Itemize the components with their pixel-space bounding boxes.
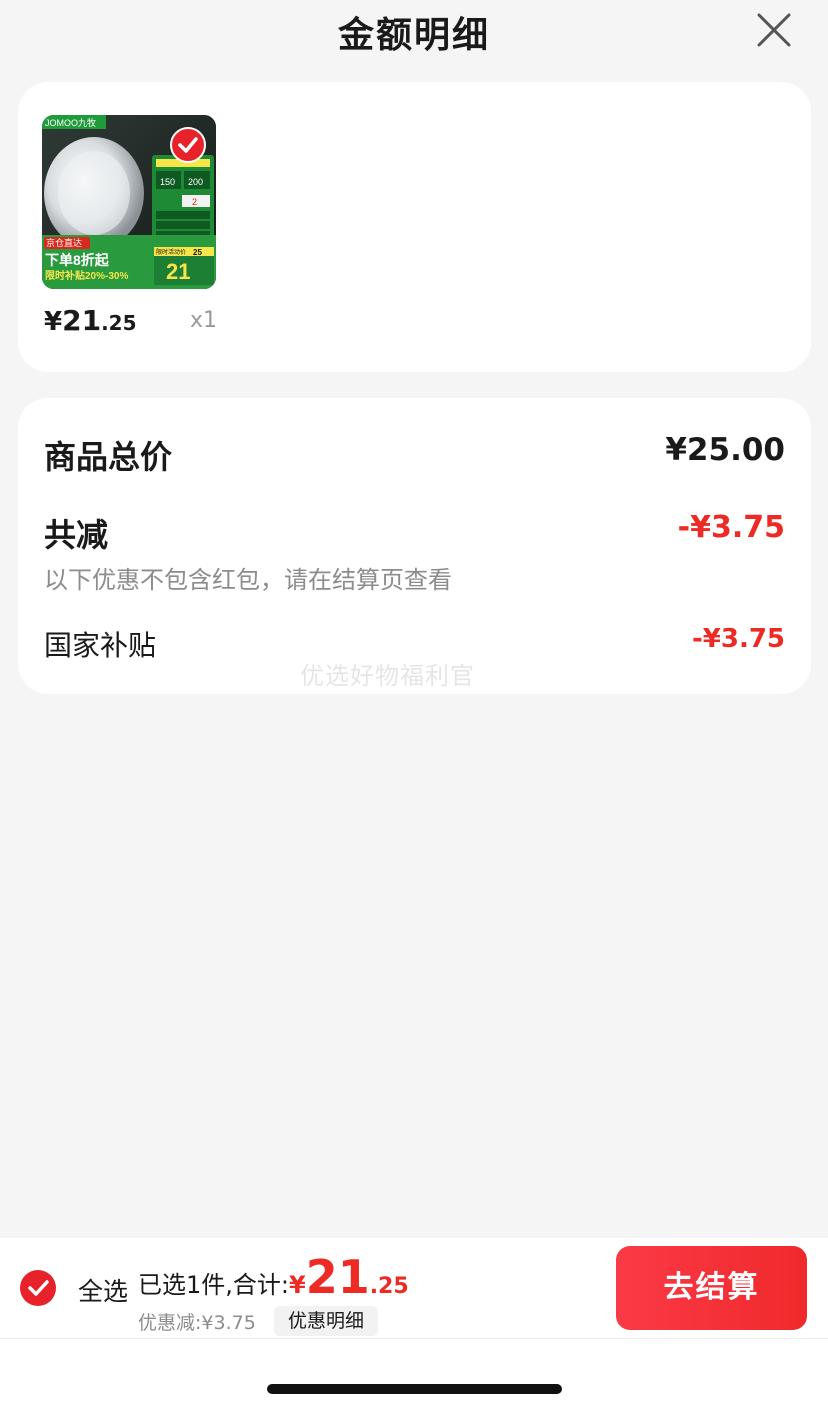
subsidy-label: 国家补贴 [44,629,157,662]
price-summary-card: 商品总价 ¥25.00 共减 -¥3.75 以下优惠不包含红包，请在结算页查看 … [18,398,811,694]
checkmark-icon [178,137,198,153]
thumb-final-label: 限时活动价 [156,248,186,256]
subsidy-value: -¥3.75 [691,624,785,654]
checkout-button[interactable]: 去结算 [616,1246,807,1330]
discount-amount: 优惠减:¥3.75 [138,1312,256,1334]
price-symbol: ¥ [44,307,63,337]
selected-total-line: 已选1件,合计:¥21.25 [138,1250,409,1310]
close-button[interactable] [752,8,796,52]
selected-count-text: 已选1件,合计: [138,1271,289,1299]
total-integer: 21 [305,1250,370,1304]
thumb-promo-sub: 限时补贴20%-30% [45,269,128,282]
product-card: JOMOO九牧 150 200 2 京仓直达 下单8折起 限时补贴20%-30% [18,82,811,372]
close-icon [757,13,791,47]
reduction-note: 以下优惠不包含红包，请在结算页查看 [44,566,452,594]
thumb-promo: 下单8折起 [45,252,110,268]
product-thumbnail[interactable]: JOMOO九牧 150 200 2 京仓直达 下单8折起 限时补贴20%-30% [42,115,216,289]
thumb-brand: JOMOO九牧 [45,117,96,128]
selected-check-badge[interactable] [170,127,206,163]
discount-detail-button[interactable]: 优惠明细 [274,1306,379,1336]
price-integer: 21 [62,304,102,337]
product-price-row: ¥21.25 x1 [44,304,224,344]
total-price-label: 商品总价 [44,438,173,476]
select-all-label[interactable]: 全选 [78,1272,128,1308]
header: 金额明细 [0,0,828,60]
amount-detail-page: 金额明细 JOMOO九牧 150 200 2 京仓直达 下单8折起 限时补贴20… [0,0,828,1411]
total-decimal: .25 [369,1274,409,1299]
home-indicator[interactable] [267,1384,562,1394]
thumb-final-price: 21 [166,259,190,284]
total-symbol: ¥ [288,1271,306,1299]
product-quantity: x1 [190,308,218,333]
checkout-bar: 全选 已选1件,合计:¥21.25 优惠减:¥3.75 优惠明细 去结算 [0,1238,828,1411]
reduction-value: -¥3.75 [677,510,785,545]
page-title: 金额明细 [337,15,490,56]
checkmark-icon [28,1280,49,1296]
thumb-value-1: 150 [160,177,175,187]
thumb-final-value-small: 25 [193,248,202,257]
thumb-tag: 京仓直达 [46,237,82,248]
thumb-value-2: 200 [188,177,203,187]
product-price: ¥21.25 [44,304,137,337]
thumb-value-3: 2 [192,197,197,207]
watermark-text: 优选好物福利官 [300,662,475,690]
reduction-label: 共减 [44,516,109,554]
total-price-row: 商品总价 ¥25.00 [44,432,785,476]
reduction-row: 共减 -¥3.75 [44,510,785,554]
divider [0,1338,828,1339]
total-price-value: ¥25.00 [665,432,785,468]
price-decimal: .25 [101,311,137,335]
select-all-checkbox[interactable] [20,1270,56,1306]
